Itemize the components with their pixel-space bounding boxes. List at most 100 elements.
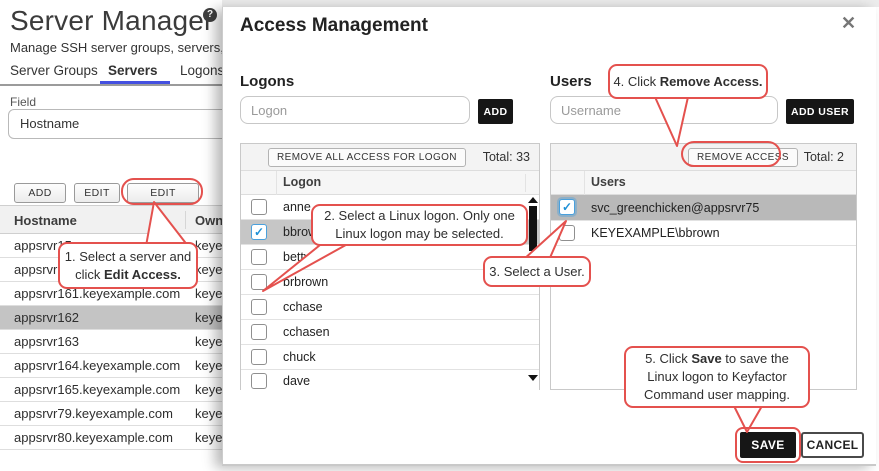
username-input[interactable] (550, 96, 778, 124)
logon-row[interactable]: chuck (241, 345, 539, 370)
logon-row[interactable]: betty (241, 245, 539, 270)
users-table-header: Users (551, 171, 856, 195)
dialog-title: Access Management (240, 15, 428, 37)
cell-owner: keye (195, 406, 222, 421)
page-header-strip (222, 0, 879, 7)
table-row-selected[interactable]: appsrvr162 keye (0, 306, 260, 330)
user-row[interactable]: KEYEXAMPLE\bbrown (551, 221, 856, 246)
logon-name: cchase (283, 300, 323, 314)
logons-total: Total: 33 (483, 150, 530, 164)
cell-owner: keye (195, 262, 222, 277)
table-row[interactable]: appsrvr79.keyexample.com keye (0, 402, 260, 426)
logon-name: cchasen (283, 325, 330, 339)
cell-owner: keye (195, 430, 222, 445)
logon-row[interactable]: cchase (241, 295, 539, 320)
user-row-selected[interactable]: ✓ svc_greenchicken@appsrvr75 (551, 195, 856, 221)
field-select[interactable]: Hostname (8, 109, 248, 139)
logons-table: REMOVE ALL ACCESS FOR LOGON Total: 33 Lo… (240, 143, 540, 390)
cell-hostname: appsrvr79.keyexample.com (14, 406, 173, 421)
logon-name: betty (283, 250, 310, 264)
column-divider (185, 211, 186, 229)
field-label: Field (10, 95, 36, 109)
table-row[interactable]: appsrvr164.keyexample.com keye (0, 354, 260, 378)
table-row[interactable]: appsrvr165.keyexample.com keye (0, 378, 260, 402)
logon-row[interactable]: anne (241, 195, 539, 220)
checkbox[interactable] (251, 249, 267, 265)
cell-owner: keye (195, 382, 222, 397)
page-subtitle: Manage SSH server groups, servers, a (10, 40, 235, 55)
scrollbar-thumb[interactable] (529, 206, 537, 251)
table-row[interactable]: appsrvr15 keye (0, 234, 260, 258)
column-logon: Logon (283, 175, 321, 189)
tab-server-groups[interactable]: Server Groups (10, 63, 98, 78)
cell-hostname: appsrvr16 (14, 262, 72, 277)
cell-hostname: appsrvr165.keyexample.com (14, 382, 180, 397)
edit-access-button[interactable]: EDIT ACCESS (127, 183, 199, 203)
tabs-divider (0, 84, 260, 86)
checkbox[interactable] (251, 324, 267, 340)
table-row[interactable]: appsrvr80.keyexample.com keye (0, 426, 260, 450)
checkbox[interactable] (559, 225, 575, 241)
logons-table-header: Logon (241, 171, 539, 195)
remove-access-button[interactable]: REMOVE ACCESS (688, 148, 798, 167)
cancel-button[interactable]: CANCEL (801, 432, 864, 458)
tab-servers[interactable]: Servers (108, 63, 158, 78)
remove-all-access-button[interactable]: REMOVE ALL ACCESS FOR LOGON (268, 148, 466, 167)
cell-hostname: appsrvr162 (14, 310, 79, 325)
users-toolbar: REMOVE ACCESS Total: 2 (551, 144, 856, 171)
help-icon[interactable]: ? (203, 8, 217, 22)
logon-name: dave (283, 374, 310, 388)
logons-toolbar: REMOVE ALL ACCESS FOR LOGON Total: 33 (241, 144, 539, 171)
logons-heading: Logons (240, 73, 294, 90)
close-icon[interactable]: ✕ (841, 13, 856, 34)
cell-hostname: appsrvr163 (14, 334, 79, 349)
checkbox[interactable] (251, 373, 267, 389)
add-user-button[interactable]: ADD USER (786, 99, 854, 124)
cell-owner: keye (195, 358, 222, 373)
column-users: Users (591, 175, 626, 189)
tab-logons[interactable]: Logons (180, 63, 224, 78)
table-row[interactable]: appsrvr163 keye (0, 330, 260, 354)
table-row[interactable]: appsrvr161.keyexample.com keye (0, 282, 260, 306)
user-name: KEYEXAMPLE\bbrown (591, 226, 720, 240)
logon-name: bbrown (283, 225, 324, 239)
add-button[interactable]: ADD (14, 183, 66, 203)
logon-name: brbrown (283, 275, 328, 289)
checkbox[interactable] (251, 299, 267, 315)
server-table-header: Hostname Owner (0, 205, 260, 234)
logon-row-selected[interactable]: ✓ bbrown (241, 220, 539, 245)
edit-button[interactable]: EDIT (74, 183, 120, 203)
cell-owner: keye (195, 238, 222, 253)
cell-owner: keye (195, 334, 222, 349)
save-button[interactable]: SAVE (740, 432, 796, 458)
logon-name: anne (283, 200, 311, 214)
screen: Server Manager ? Manage SSH server group… (0, 0, 879, 471)
checkbox[interactable] (251, 274, 267, 290)
logon-row[interactable]: dave (241, 370, 539, 391)
scroll-down-icon[interactable] (528, 375, 538, 381)
users-heading: Users (550, 73, 592, 90)
user-name: svc_greenchicken@appsrvr75 (591, 201, 759, 215)
checkbox-checked[interactable]: ✓ (251, 224, 267, 240)
cell-owner: keye (195, 286, 222, 301)
logon-row[interactable]: brbrown (241, 270, 539, 295)
table-row[interactable]: appsrvr16 keye (0, 258, 260, 282)
cell-hostname: appsrvr161.keyexample.com (14, 286, 180, 301)
column-divider (525, 174, 526, 192)
cell-hostname: appsrvr80.keyexample.com (14, 430, 173, 445)
add-logon-button[interactable]: ADD (478, 99, 513, 124)
page-title: Server Manager (10, 5, 214, 37)
logon-input[interactable] (240, 96, 470, 124)
cell-owner: keye (195, 310, 222, 325)
cell-hostname: appsrvr164.keyexample.com (14, 358, 180, 373)
checkbox[interactable] (251, 349, 267, 365)
checkbox[interactable] (251, 199, 267, 215)
logon-row[interactable]: cchasen (241, 320, 539, 345)
users-table: REMOVE ACCESS Total: 2 Users ✓ svc_green… (550, 143, 857, 390)
scroll-up-icon[interactable] (528, 197, 538, 203)
cell-hostname: appsrvr15 (14, 238, 72, 253)
users-total: Total: 2 (804, 150, 844, 164)
checkbox-checked[interactable]: ✓ (559, 199, 575, 215)
logon-name: chuck (283, 350, 316, 364)
column-hostname: Hostname (14, 213, 77, 228)
